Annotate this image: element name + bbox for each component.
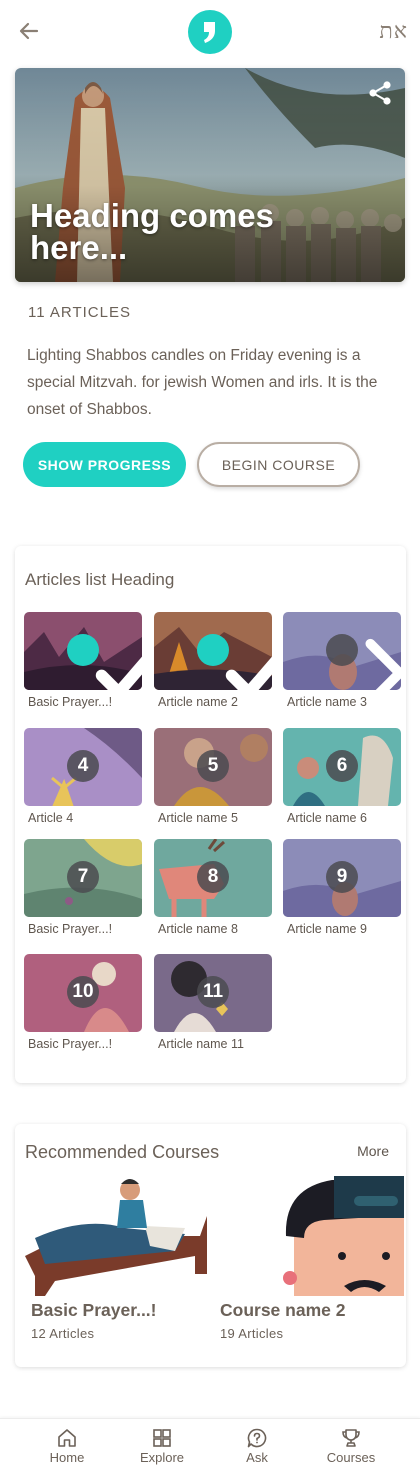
article-number-badge: 8 [197,861,229,893]
language-toggle[interactable]: את [379,18,408,44]
share-icon [369,81,391,105]
article-label: Basic Prayer...! [28,922,113,936]
article-tile[interactable]: Article name 3 [283,612,401,709]
back-button[interactable] [14,16,44,46]
nav-item-ask[interactable]: Ask [217,1427,297,1465]
begin-course-button[interactable]: BEGIN COURSE [197,442,360,487]
nav-label: Explore [139,1450,185,1465]
article-tile[interactable]: 10 Basic Prayer...! [24,954,142,1051]
article-label: Basic Prayer...! [28,1037,113,1051]
article-thumbnail[interactable]: 6 [283,728,401,806]
course-illustration [25,1179,207,1296]
article-tile[interactable]: 11 Article name 11 [154,954,272,1051]
article-label: Article 4 [28,811,74,825]
completed-check-icon [67,634,142,690]
articles-list-heading: Articles list Heading [25,570,175,589]
app-logo[interactable] [188,10,232,54]
article-label: Article name 9 [287,922,367,936]
course-card[interactable]: Course name 2 19 Articles [214,1176,404,1341]
completed-check-icon [197,634,272,690]
article-number-badge: 4 [67,750,99,782]
article-thumbnail[interactable]: 11 [154,954,272,1032]
article-label: Article name 3 [287,695,367,709]
recommended-heading: Recommended Courses [25,1142,220,1162]
hero-title: Heading comes here... [30,197,274,266]
article-thumbnail[interactable]: 5 [154,728,272,806]
hero-banner: Heading comes here... [15,68,405,282]
article-tile[interactable]: Basic Prayer...! [24,612,142,709]
article-label: Article name 5 [158,811,238,825]
article-tile[interactable]: 5 Article name 5 [154,728,272,825]
course-card[interactable]: Basic Prayer...! 12 Articles [25,1176,215,1341]
home-icon [58,1429,76,1447]
bottom-navigation: Home Explore Ask Courses [0,1418,420,1475]
nav-item-courses[interactable]: Courses [311,1427,391,1465]
article-number-badge: 6 [326,750,358,782]
article-label: Article name 11 [158,1037,244,1051]
course-article-count: 19 Articles [220,1326,284,1341]
course-article-count: 12 Articles [31,1326,95,1341]
article-number-badge: 10 [67,976,99,1008]
nav-item-home[interactable]: Home [27,1427,107,1465]
article-thumbnail[interactable]: 8 [154,839,272,917]
course-thumbnail[interactable] [25,1176,215,1296]
article-label: Article name 8 [158,922,238,936]
course-illustration [283,1176,404,1296]
trophy-icon [342,1429,360,1447]
articles-list-card: Articles list Heading Basic Prayer...! A… [15,546,406,1083]
article-label: Article name 2 [158,695,238,709]
article-number-badge: 9 [326,861,358,893]
article-tile[interactable]: 4 Article 4 [24,728,142,825]
article-thumbnail[interactable]: 10 [24,954,142,1032]
nav-label: Ask [246,1450,268,1465]
course-thumbnail[interactable] [214,1176,404,1296]
article-tile[interactable]: 8 Article name 8 [154,839,272,936]
article-label: Article name 6 [287,811,367,825]
nav-label: Home [49,1450,85,1465]
article-thumbnail[interactable] [154,612,272,690]
show-progress-button[interactable]: SHOW PROGRESS [23,442,186,487]
article-label: Basic Prayer...! [28,695,113,709]
chevron-right-icon [326,634,401,690]
article-count: 11 ARTICLES [28,304,131,321]
article-thumbnail[interactable] [283,612,401,690]
article-number-badge: 5 [197,750,229,782]
article-tile[interactable]: Article name 2 [154,612,272,709]
article-tile[interactable]: 7 Basic Prayer...! [24,839,142,936]
apostrophe-logo-icon [204,22,215,43]
article-thumbnail[interactable]: 9 [283,839,401,917]
article-thumbnail[interactable] [24,612,142,690]
recommended-courses-card: Recommended Courses More Basic Prayer...… [15,1124,406,1367]
course-name: Course name 2 [220,1300,346,1320]
article-tile[interactable]: 6 Article name 6 [283,728,401,825]
course-description: Lighting Shabbos candles on Friday eveni… [27,347,378,418]
nav-label: Courses [326,1450,376,1465]
article-tile[interactable]: 9 Article name 9 [283,839,401,936]
course-name: Basic Prayer...! [31,1300,157,1320]
arrow-left-icon [19,22,39,40]
grid-icon [153,1429,171,1447]
top-bar: את [0,0,420,62]
nav-item-explore[interactable]: Explore [122,1427,202,1465]
share-button[interactable] [367,80,393,106]
question-bubble-icon [247,1428,267,1448]
more-link[interactable]: More [357,1143,389,1159]
article-number-badge: 7 [67,861,99,893]
article-number-badge: 11 [197,976,229,1008]
article-thumbnail[interactable]: 7 [24,839,142,917]
article-thumbnail[interactable]: 4 [24,728,142,806]
